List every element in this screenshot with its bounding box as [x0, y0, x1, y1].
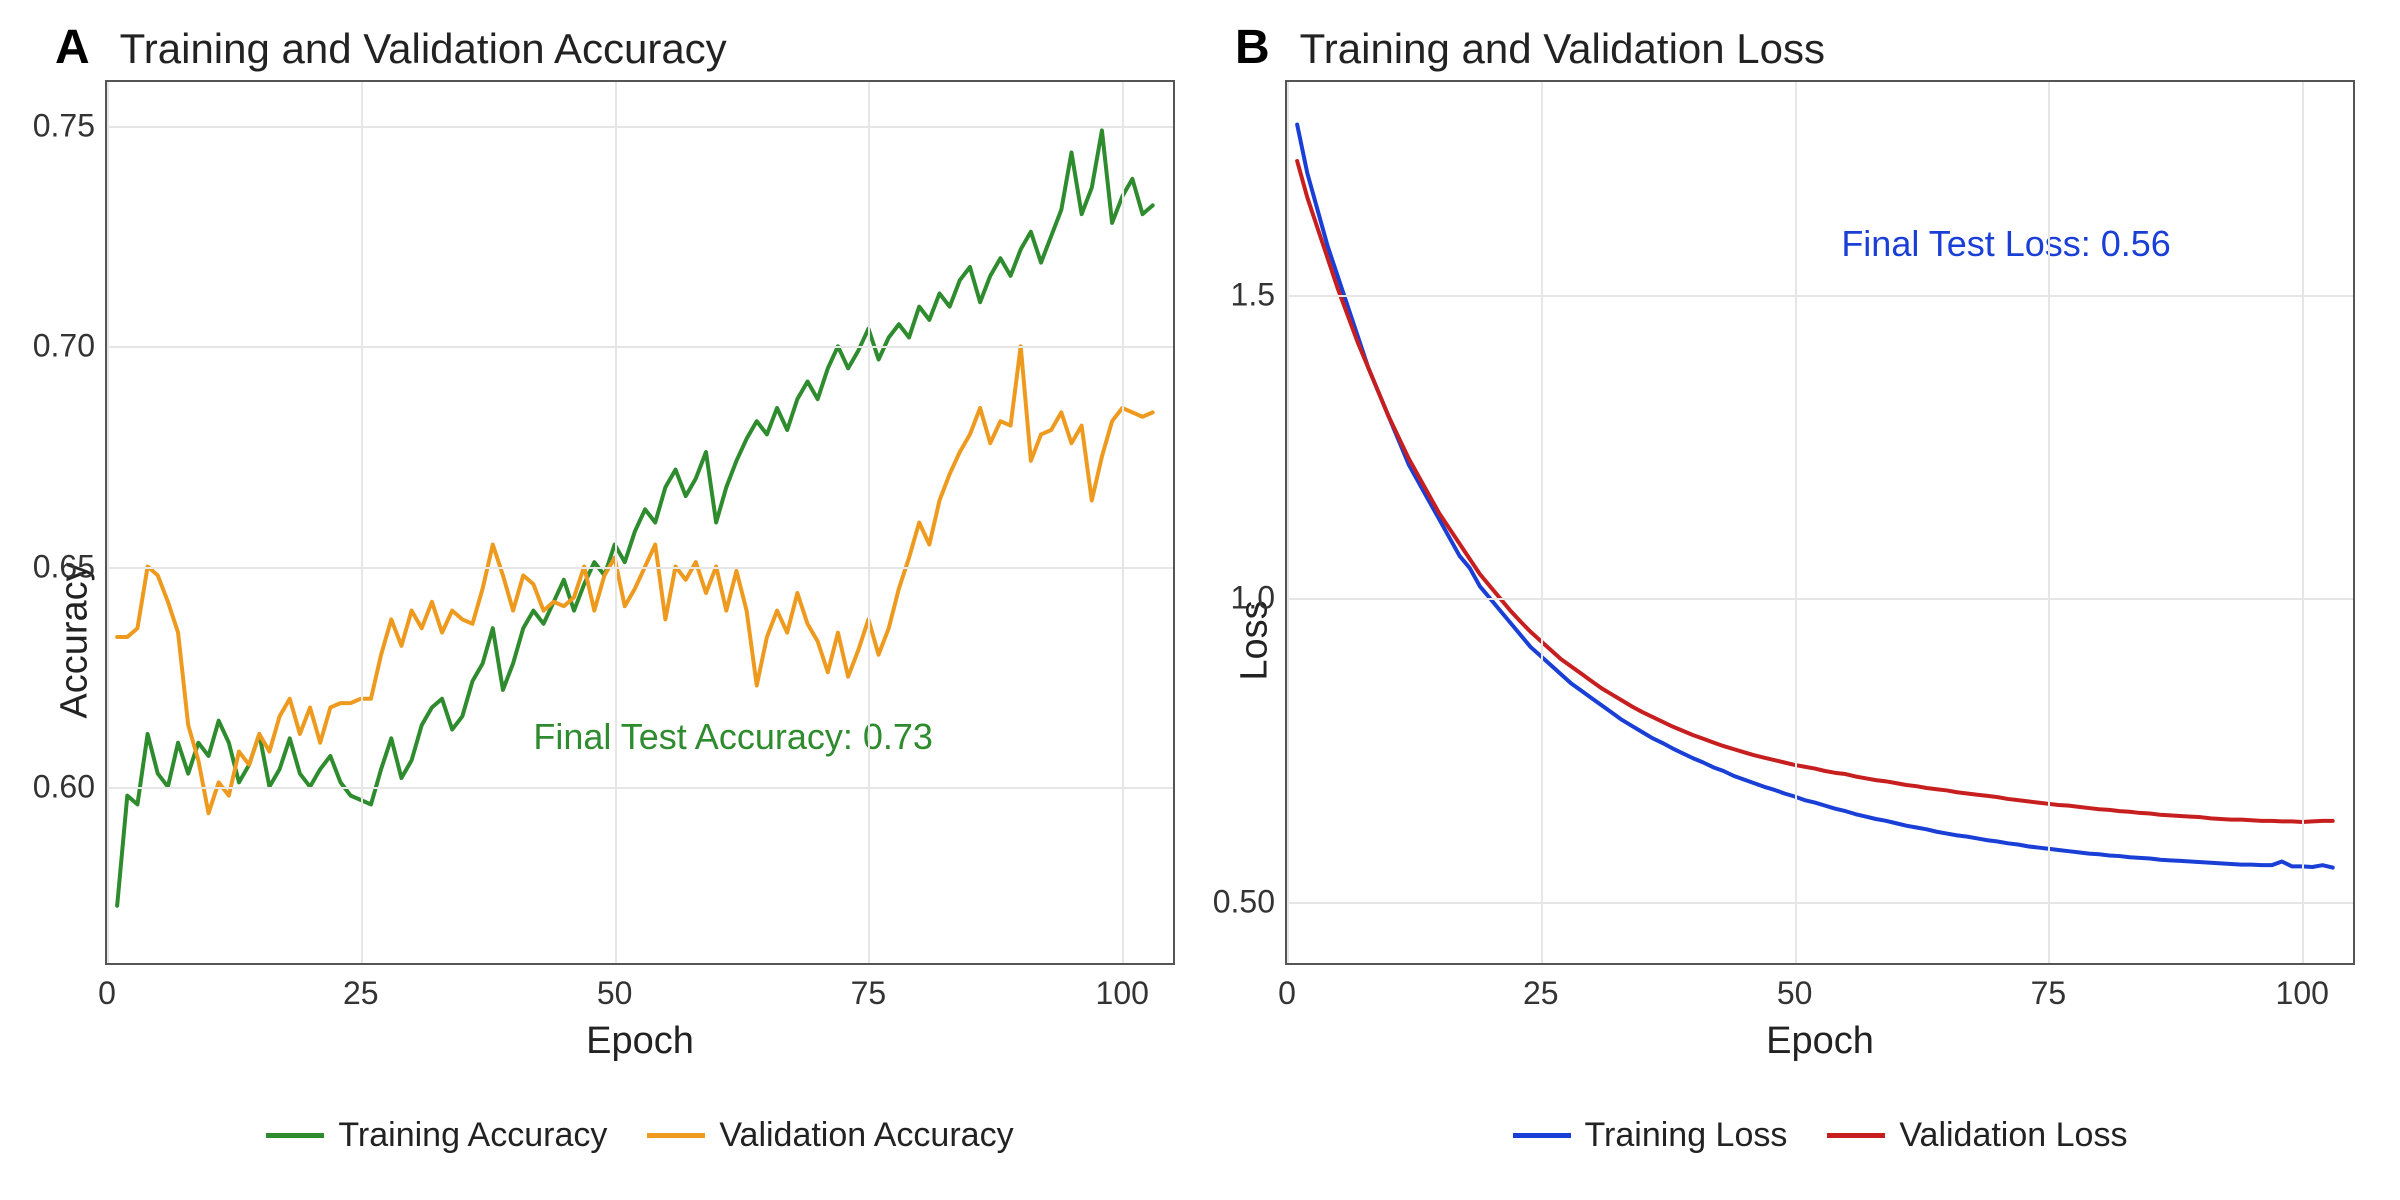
x-tick: 100 — [2276, 963, 2329, 1012]
panel-b-title: Training and Validation Loss — [1300, 25, 1825, 73]
legend-label: Training Loss — [1585, 1116, 1788, 1155]
panel-a-lines — [107, 82, 1173, 963]
panel-b-plot-col: Final Test Loss: 0.56 02550751000.501.01… — [1285, 80, 2355, 1200]
panel-b-annotation: Final Test Loss: 0.56 — [1841, 223, 2171, 265]
legend-item-validation-loss: Validation Loss — [1827, 1116, 2127, 1155]
legend-label: Validation Accuracy — [719, 1116, 1013, 1155]
y-tick: 1.0 — [1231, 580, 1287, 617]
panel-a: A Training and Validation Accuracy Accur… — [20, 20, 1200, 1200]
panel-b-header: B Training and Validation Loss — [1225, 20, 2355, 80]
x-tick: 0 — [1278, 963, 1296, 1012]
panel-a-xlabel: Epoch — [105, 965, 1175, 1081]
panel-a-annotation: Final Test Accuracy: 0.73 — [533, 716, 933, 758]
panel-b-letter: B — [1235, 20, 1270, 75]
legend-label: Training Accuracy — [338, 1116, 607, 1155]
panel-a-plot-wrap: Accuracy Final Test Accuracy: 0.73 02550… — [45, 80, 1175, 1200]
panel-b: B Training and Validation Loss Loss Fina… — [1200, 20, 2380, 1200]
legend-item-training-accuracy: Training Accuracy — [266, 1116, 607, 1155]
legend-swatch-icon — [647, 1133, 705, 1138]
legend-swatch-icon — [266, 1133, 324, 1138]
y-tick: 0.75 — [33, 108, 107, 145]
panel-b-lines — [1287, 82, 2353, 963]
y-tick: 0.70 — [33, 328, 107, 365]
panel-b-plot-wrap: Loss Final Test Loss: 0.56 02550751000.5… — [1225, 80, 2355, 1200]
panel-b-ylabel-wrap: Loss — [1225, 80, 1285, 1200]
panel-a-plot-area: Final Test Accuracy: 0.73 02550751000.60… — [105, 80, 1175, 965]
x-tick: 75 — [851, 963, 887, 1012]
y-tick: 0.50 — [1213, 884, 1287, 921]
panel-a-plot-col: Final Test Accuracy: 0.73 02550751000.60… — [105, 80, 1175, 1200]
panel-b-plot-area: Final Test Loss: 0.56 02550751000.501.01… — [1285, 80, 2355, 965]
legend-item-validation-accuracy: Validation Accuracy — [647, 1116, 1013, 1155]
legend-label: Validation Loss — [1899, 1116, 2127, 1155]
y-tick: 0.65 — [33, 548, 107, 585]
panel-a-legend: Training Accuracy Validation Accuracy — [105, 1081, 1175, 1200]
x-tick: 0 — [98, 963, 116, 1012]
panel-a-ylabel: Accuracy — [54, 562, 97, 718]
panel-b-xlabel: Epoch — [1285, 965, 2355, 1081]
x-tick: 50 — [1777, 963, 1813, 1012]
panel-a-letter: A — [55, 20, 90, 75]
panel-a-ylabel-wrap: Accuracy — [45, 80, 105, 1200]
x-tick: 50 — [597, 963, 633, 1012]
figure-container: A Training and Validation Accuracy Accur… — [0, 0, 2400, 1200]
legend-swatch-icon — [1827, 1133, 1885, 1138]
panel-b-legend: Training Loss Validation Loss — [1285, 1081, 2355, 1200]
y-tick: 1.5 — [1231, 276, 1287, 313]
y-tick: 0.60 — [33, 768, 107, 805]
legend-swatch-icon — [1513, 1133, 1571, 1138]
panel-a-title: Training and Validation Accuracy — [120, 25, 727, 73]
x-tick: 75 — [2031, 963, 2067, 1012]
x-tick: 25 — [343, 963, 379, 1012]
panel-a-header: A Training and Validation Accuracy — [45, 20, 1175, 80]
x-tick: 100 — [1096, 963, 1149, 1012]
x-tick: 25 — [1523, 963, 1559, 1012]
legend-item-training-loss: Training Loss — [1513, 1116, 1788, 1155]
